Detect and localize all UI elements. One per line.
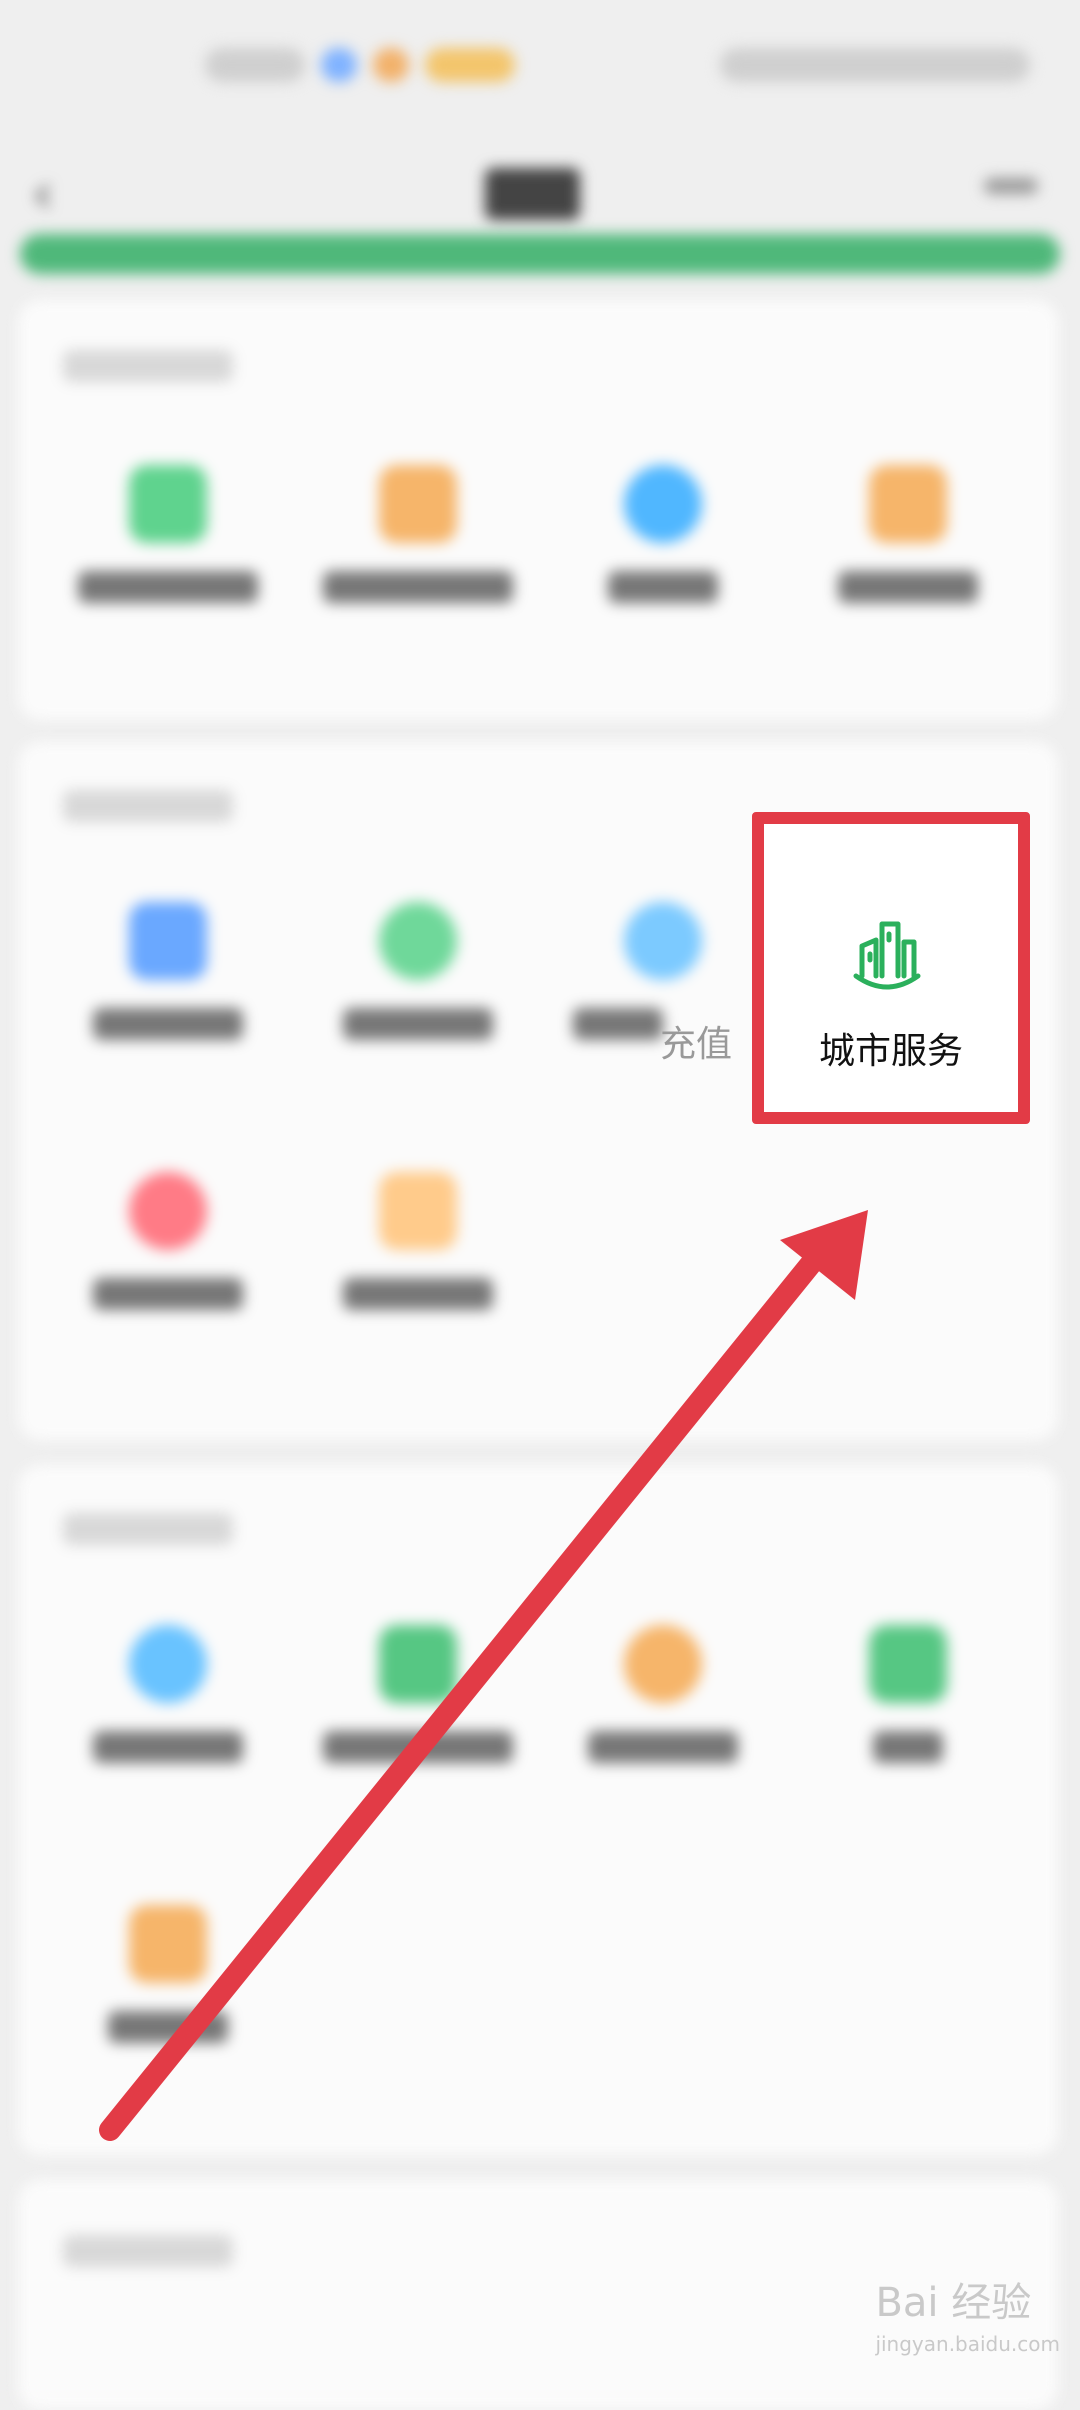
service-card-1 xyxy=(18,300,1058,720)
status-bar xyxy=(0,0,1080,140)
service-tile[interactable] xyxy=(58,465,278,603)
title-bar: ‹ xyxy=(0,140,1080,240)
service-tile[interactable] xyxy=(58,902,278,1040)
service-tile[interactable] xyxy=(553,1625,773,1763)
service-tile[interactable] xyxy=(308,902,528,1040)
city-service-highlight[interactable]: 城市服务 xyxy=(752,812,1030,1124)
service-tile[interactable] xyxy=(58,1625,278,1763)
service-tile[interactable] xyxy=(308,1172,528,1310)
service-tile[interactable] xyxy=(553,465,773,603)
partial-tile-label: 充值 xyxy=(660,1024,733,1065)
more-icon[interactable] xyxy=(984,178,1038,194)
page-title xyxy=(485,168,580,220)
service-tile[interactable] xyxy=(798,465,1018,603)
service-tile[interactable] xyxy=(308,1625,528,1763)
service-tile[interactable] xyxy=(58,1905,278,2043)
service-tile[interactable] xyxy=(798,1625,1018,1763)
service-card-3 xyxy=(18,1465,1058,2155)
watermark-text: Bai 经验 xyxy=(875,2280,1032,2326)
green-banner xyxy=(20,234,1060,274)
watermark: Bai 经验 jingyan.baidu.com xyxy=(875,2270,1060,2356)
service-tile[interactable] xyxy=(308,465,528,603)
watermark-subtext: jingyan.baidu.com xyxy=(875,2332,1060,2356)
service-tile[interactable] xyxy=(58,1172,278,1310)
city-service-label: 城市服务 xyxy=(818,1031,963,1072)
city-building-icon xyxy=(853,921,921,990)
back-icon[interactable]: ‹ xyxy=(32,162,54,225)
